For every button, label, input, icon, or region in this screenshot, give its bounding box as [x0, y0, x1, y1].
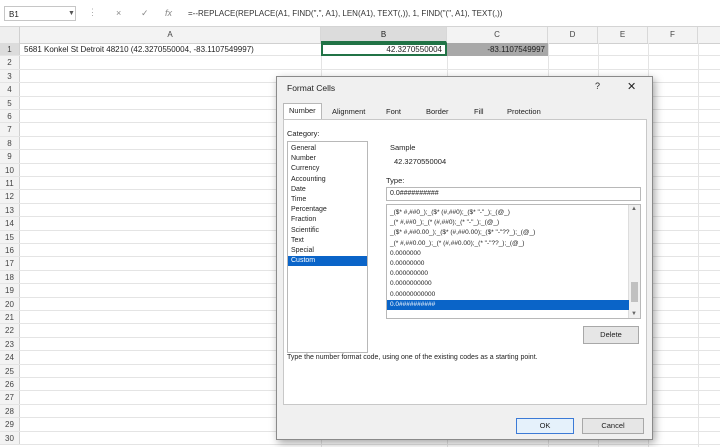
row-header-27[interactable]: 27 — [0, 391, 20, 404]
sample-label: Sample — [390, 143, 416, 152]
ok-button[interactable]: OK — [516, 418, 574, 434]
tab-border[interactable]: Border — [421, 105, 454, 119]
cancel-icon[interactable]: × — [116, 6, 121, 21]
type-input[interactable]: 0.0########## — [386, 187, 641, 201]
row-header-25[interactable]: 25 — [0, 364, 20, 377]
tab-protection[interactable]: Protection — [502, 105, 546, 119]
sheet-row: 1 5681 Konkel St Detroit 48210 (42.327055… — [0, 43, 720, 57]
enter-icon[interactable]: ✓ — [141, 6, 149, 21]
category-list[interactable]: General Number Currency Accounting Date Time P… — [287, 141, 368, 353]
row-header-11[interactable]: 11 — [0, 177, 20, 190]
row-header-12[interactable]: 12 — [0, 190, 20, 203]
tab-font[interactable]: Font — [381, 105, 406, 119]
row-header-14[interactable]: 14 — [0, 217, 20, 230]
format-code-item[interactable]: 0.0########## — [387, 299, 629, 310]
category-item-custom[interactable]: Custom — [288, 256, 367, 267]
row-header-30[interactable]: 30 — [0, 431, 20, 444]
category-item-number[interactable]: Number — [288, 154, 367, 164]
row-header-13[interactable]: 13 — [0, 203, 20, 217]
format-code-item[interactable]: 0.000000000 — [387, 269, 629, 279]
row-header-10[interactable]: 10 — [0, 163, 20, 176]
column-header-f[interactable]: F — [648, 27, 698, 43]
row-header-7[interactable]: 7 — [0, 123, 20, 136]
row-header-24[interactable]: 24 — [0, 351, 20, 364]
column-header-e[interactable]: E — [598, 27, 648, 43]
category-item-date[interactable]: Date — [288, 185, 367, 195]
category-item-currency[interactable]: Currency — [288, 164, 367, 174]
sample-value: 42.3270550004 — [394, 157, 447, 166]
format-code-item[interactable]: 0.0000000 — [387, 249, 629, 259]
formula-bar: B1 ▼ ⋮ × ✓ fx =--REPLACE(REPLACE(A1, FIN… — [0, 0, 720, 27]
category-item-general[interactable]: General — [288, 144, 367, 154]
row-header-28[interactable]: 28 — [0, 404, 20, 418]
insert-function-icon[interactable]: fx — [165, 6, 172, 21]
cell-b1-active[interactable]: 42.3270550004 — [321, 43, 447, 56]
format-code-item[interactable]: _($* #,##0_);_($* (#,##0);_($* "-"_);_(@… — [387, 208, 629, 218]
format-code-list[interactable]: ▲ ▼ _($* #,##0_);_($* (#,##0);_($* "-"_)… — [386, 204, 641, 319]
column-header-b[interactable]: B — [321, 27, 447, 43]
category-item-time[interactable]: Time — [288, 195, 367, 205]
category-item-fraction[interactable]: Fraction — [288, 215, 367, 225]
row-header-21[interactable]: 21 — [0, 311, 20, 324]
format-code-item[interactable]: 0.00000000 — [387, 259, 629, 269]
divider-icon: ⋮ — [88, 7, 97, 17]
tab-alignment[interactable]: Alignment — [327, 105, 370, 119]
row-header-20[interactable]: 20 — [0, 297, 20, 310]
format-code-item[interactable]: _(* #,##0.00_);_(* (#,##0.00);_(* "-"??_… — [387, 239, 629, 249]
help-icon[interactable]: ? — [595, 81, 600, 91]
row-header-17[interactable]: 17 — [0, 257, 20, 270]
row-header-3[interactable]: 3 — [0, 69, 20, 83]
category-label: Category: — [287, 129, 320, 138]
row-header-22[interactable]: 22 — [0, 324, 20, 337]
row-header-5[interactable]: 5 — [0, 96, 20, 109]
row-header-6[interactable]: 6 — [0, 110, 20, 123]
scroll-up-icon[interactable]: ▲ — [631, 206, 637, 212]
category-item-text[interactable]: Text — [288, 236, 367, 246]
format-code-item[interactable]: _(* #,##0_);_(* (#,##0);_(* "-"_);_(@_) — [387, 218, 629, 228]
column-header-c[interactable]: C — [447, 27, 548, 43]
cell-a1[interactable]: 5681 Konkel St Detroit 48210 (42.3270550… — [24, 43, 254, 56]
tab-number[interactable]: Number — [283, 103, 322, 120]
category-item-special[interactable]: Special — [288, 246, 367, 256]
category-item-percentage[interactable]: Percentage — [288, 205, 367, 215]
row-header-19[interactable]: 19 — [0, 284, 20, 297]
name-box[interactable]: B1 — [4, 6, 76, 21]
row-header-4[interactable]: 4 — [0, 83, 20, 96]
row-header-23[interactable]: 23 — [0, 337, 20, 351]
cancel-button[interactable]: Cancel — [582, 418, 644, 434]
scrollbar-thumb[interactable] — [631, 282, 638, 302]
sheet-row: 2 — [0, 56, 720, 70]
dialog-title: Format Cells — [287, 83, 336, 93]
hint-text: Type the number format code, using one o… — [287, 354, 538, 361]
row-header-16[interactable]: 16 — [0, 244, 20, 257]
select-all-corner[interactable] — [0, 27, 20, 43]
category-item-scientific[interactable]: Scientific — [288, 226, 367, 236]
row-header-2[interactable]: 2 — [0, 56, 20, 69]
column-header-row: ABCDEF — [0, 27, 720, 44]
row-header-8[interactable]: 8 — [0, 136, 20, 150]
delete-button[interactable]: Delete — [583, 326, 639, 344]
format-cells-dialog: Format Cells ? ✕ Number Alignment Font B… — [276, 76, 653, 440]
row-header-26[interactable]: 26 — [0, 378, 20, 391]
format-code-item[interactable]: 0.0000000000 — [387, 279, 629, 289]
format-code-item[interactable]: _($* #,##0.00_);_($* (#,##0.00);_($* "-"… — [387, 228, 629, 238]
chevron-down-icon[interactable]: ▼ — [68, 6, 75, 21]
close-icon[interactable]: ✕ — [627, 80, 636, 93]
column-header-a[interactable]: A — [20, 27, 321, 43]
type-label: Type: — [386, 176, 405, 185]
format-code-item[interactable]: 0.00000000000 — [387, 290, 629, 300]
formula-input[interactable]: =--REPLACE(REPLACE(A1, FIND(",", A1), LE… — [188, 6, 716, 21]
scroll-down-icon[interactable]: ▼ — [631, 311, 637, 317]
row-header-18[interactable]: 18 — [0, 270, 20, 284]
row-header-1[interactable]: 1 — [0, 43, 20, 56]
tab-fill[interactable]: Fill — [469, 105, 489, 119]
row-header-29[interactable]: 29 — [0, 418, 20, 431]
row-header-9[interactable]: 9 — [0, 150, 20, 163]
row-header-15[interactable]: 15 — [0, 230, 20, 243]
category-item-accounting[interactable]: Accounting — [288, 175, 367, 185]
format-list-scrollbar[interactable]: ▲ ▼ — [628, 205, 640, 318]
column-header-d[interactable]: D — [548, 27, 598, 43]
cell-c1[interactable]: -83.1107549997 — [447, 43, 548, 56]
